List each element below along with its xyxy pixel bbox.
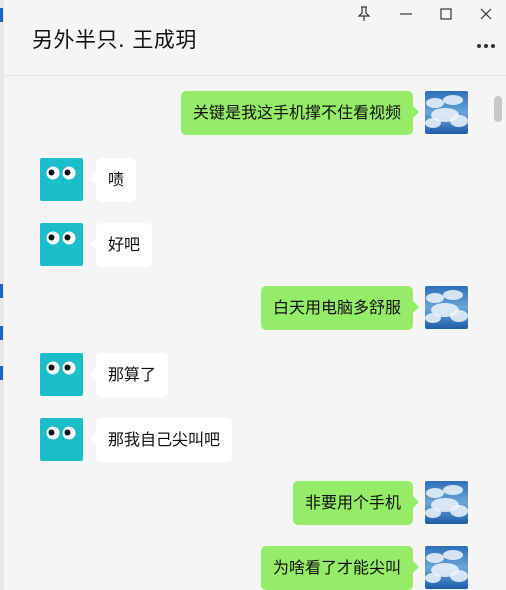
sent-message-bubble[interactable]: 为啥看了才能尖叫 xyxy=(261,546,420,590)
edge-marker xyxy=(0,326,3,340)
sent-message-bubble[interactable]: 非要用个手机 xyxy=(293,481,420,525)
received-message-bubble[interactable]: 那算了 xyxy=(89,353,169,397)
my-avatar[interactable] xyxy=(425,286,468,329)
contact-avatar[interactable] xyxy=(40,418,83,461)
message-row-sent: 白天用电脑多舒服 xyxy=(4,286,506,334)
message-row-received: 那算了 xyxy=(4,351,506,399)
message-list[interactable]: 关键是我这手机撑不住看视频啧好吧白天用电脑多舒服那算了那我自己尖叫吧非要用个手机… xyxy=(4,77,506,590)
contact-avatar[interactable] xyxy=(40,158,83,201)
edge-marker xyxy=(0,366,3,380)
my-avatar[interactable] xyxy=(425,91,468,134)
minimize-button[interactable] xyxy=(392,2,420,26)
maximize-icon xyxy=(440,8,452,20)
title-bar: 另外半只. 王成玥 xyxy=(4,0,506,76)
close-button[interactable] xyxy=(472,2,500,26)
minimize-icon xyxy=(400,13,412,15)
contact-avatar[interactable] xyxy=(40,223,83,266)
my-avatar[interactable] xyxy=(425,481,468,524)
pin-button[interactable] xyxy=(350,2,378,26)
received-message-bubble[interactable]: 啧 xyxy=(89,158,137,202)
maximize-button[interactable] xyxy=(432,2,460,26)
chat-window: 另外半只. 王成玥 关键是我这手机撑不住看视频啧好吧 白天用电脑多舒服 那算了 … xyxy=(4,0,506,590)
more-button[interactable] xyxy=(472,36,500,56)
pin-icon xyxy=(357,6,371,21)
edge-marker xyxy=(0,284,3,298)
my-avatar[interactable] xyxy=(425,546,468,589)
message-row-sent: 非要用个手机 xyxy=(4,481,506,529)
contact-avatar[interactable] xyxy=(40,353,83,396)
message-row-received: 那我自己尖叫吧 xyxy=(4,416,506,464)
edge-marker xyxy=(0,8,3,22)
more-icon xyxy=(477,44,481,48)
message-row-sent: 关键是我这手机撑不住看视频 xyxy=(4,91,506,139)
chat-title: 另外半只. 王成玥 xyxy=(32,28,197,52)
message-row-received: 好吧 xyxy=(4,221,506,269)
received-message-bubble[interactable]: 好吧 xyxy=(89,223,153,267)
close-icon xyxy=(480,8,492,20)
sent-message-bubble[interactable]: 关键是我这手机撑不住看视频 xyxy=(181,91,420,135)
sent-message-bubble[interactable]: 白天用电脑多舒服 xyxy=(261,286,420,330)
received-message-bubble[interactable]: 那我自己尖叫吧 xyxy=(89,418,233,462)
message-row-sent: 为啥看了才能尖叫 xyxy=(4,546,506,590)
message-row-received: 啧 xyxy=(4,156,506,204)
